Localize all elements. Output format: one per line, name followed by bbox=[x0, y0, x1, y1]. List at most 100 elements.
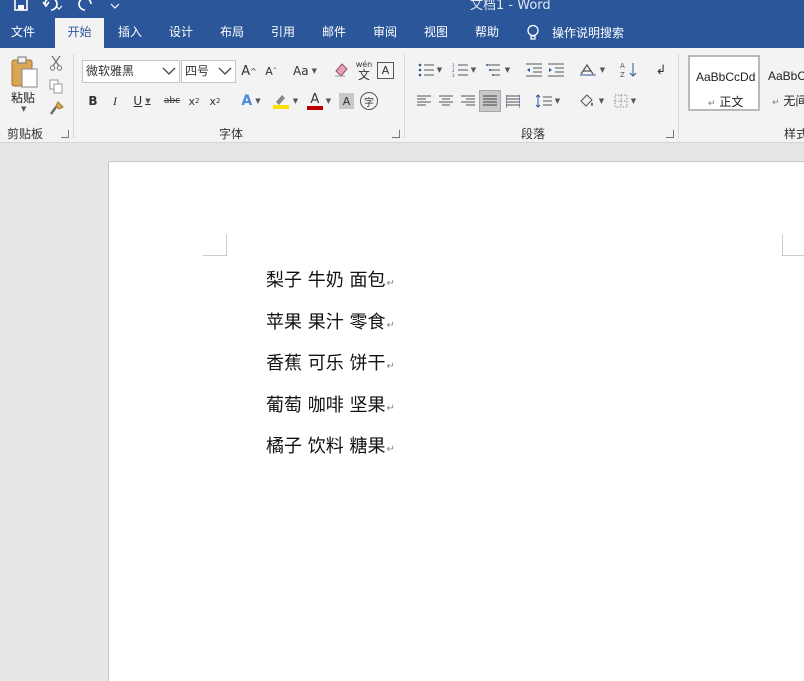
quick-access-toolbar bbox=[14, 0, 120, 17]
clear-formatting-icon[interactable] bbox=[332, 61, 350, 79]
highlight-color-icon[interactable]: ▼ bbox=[269, 92, 301, 110]
tell-me-label: 操作说明搜索 bbox=[552, 26, 625, 40]
tab-mailings[interactable]: 邮件 bbox=[322, 18, 346, 48]
document-area: 梨子 牛奶 面包↵ 苹果 果汁 零食↵ 香蕉 可乐 饼干↵ 葡萄 咖啡 坚果↵ … bbox=[0, 143, 804, 681]
sort-icon[interactable]: AZ bbox=[619, 60, 639, 80]
clipboard-launcher-icon[interactable] bbox=[61, 130, 69, 138]
phonetic-guide-icon[interactable]: wén 文 bbox=[354, 60, 374, 82]
document-paragraph[interactable]: 香蕉 可乐 饼干↵ bbox=[266, 349, 395, 375]
superscript-icon[interactable]: x2 bbox=[207, 93, 223, 109]
clipboard-group-label: 剪贴板 bbox=[7, 127, 44, 141]
text-effects-chevron-down-icon: ▼ bbox=[255, 97, 261, 105]
shading-chevron-down-icon: ▼ bbox=[598, 97, 605, 105]
align-right-icon[interactable] bbox=[459, 93, 477, 109]
enclose-characters-icon[interactable]: 字 bbox=[360, 92, 378, 110]
highlight-chevron-down-icon: ▼ bbox=[292, 97, 299, 105]
font-launcher-icon[interactable] bbox=[392, 130, 400, 138]
character-border-icon[interactable]: A bbox=[377, 62, 394, 79]
change-case-button[interactable]: Aa ▼ bbox=[290, 62, 320, 80]
tab-view[interactable]: 视图 bbox=[424, 18, 448, 48]
bullets-chevron-down-icon: ▼ bbox=[436, 66, 443, 74]
shrink-font-icon[interactable]: Aˇ bbox=[262, 62, 280, 80]
cut-icon[interactable] bbox=[48, 55, 64, 71]
strikethrough-icon[interactable]: abc bbox=[162, 93, 182, 109]
shading-icon[interactable]: ▼ bbox=[576, 92, 606, 110]
show-hide-marks-icon[interactable]: ↲ bbox=[652, 61, 670, 79]
tab-insert[interactable]: 插入 bbox=[118, 18, 142, 48]
document-paragraph[interactable]: 橘子 饮料 糖果↵ bbox=[266, 432, 395, 458]
paste-chevron-down-icon[interactable]: ▼ bbox=[21, 105, 26, 113]
font-name-value: 微软雅黑 bbox=[86, 64, 135, 78]
change-case-label: Aa bbox=[293, 64, 309, 78]
tell-me-search[interactable]: 操作说明搜索 bbox=[526, 18, 624, 48]
font-size-combobox[interactable]: 四号 bbox=[181, 60, 236, 83]
tab-help[interactable]: 帮助 bbox=[475, 18, 499, 48]
font-name-combobox[interactable]: 微软雅黑 bbox=[82, 60, 180, 83]
window-title: 文档1 - Word bbox=[470, 0, 551, 13]
paragraph-group-label: 段落 bbox=[521, 127, 546, 141]
style-no-spacing-sample: AaBbCcDd bbox=[768, 69, 804, 83]
lightbulb-icon bbox=[527, 24, 539, 40]
tab-design[interactable]: 设计 bbox=[169, 18, 193, 48]
font-name-chevron-down-icon[interactable] bbox=[162, 64, 176, 78]
subscript-icon[interactable]: x2 bbox=[186, 93, 202, 109]
tab-file[interactable]: 文件 bbox=[11, 18, 35, 48]
redo-icon[interactable] bbox=[78, 0, 96, 17]
multilevel-chevron-down-icon: ▼ bbox=[504, 66, 511, 74]
text-effects-icon[interactable]: A ▼ bbox=[237, 92, 265, 110]
svg-text:A: A bbox=[620, 62, 625, 70]
document-paragraph[interactable]: 葡萄 咖啡 坚果↵ bbox=[266, 391, 395, 417]
group-divider bbox=[678, 54, 679, 138]
tab-review[interactable]: 审阅 bbox=[373, 18, 397, 48]
style-normal[interactable]: AaBbCcDd ↵ 正文 bbox=[688, 55, 760, 111]
distributed-icon[interactable] bbox=[504, 93, 522, 109]
grow-font-icon[interactable]: A ^ bbox=[240, 62, 258, 80]
decrease-indent-icon[interactable] bbox=[525, 61, 543, 79]
numbering-chevron-down-icon: ▼ bbox=[470, 66, 477, 74]
align-left-icon[interactable] bbox=[415, 93, 433, 109]
chinese-layout-chevron-down-icon: ▼ bbox=[599, 66, 606, 74]
paste-label[interactable]: 粘贴 bbox=[11, 89, 35, 106]
align-center-icon[interactable] bbox=[437, 93, 455, 109]
increase-indent-icon[interactable] bbox=[547, 61, 565, 79]
save-icon[interactable] bbox=[14, 0, 28, 17]
line-spacing-chevron-down-icon: ▼ bbox=[554, 97, 561, 105]
tab-layout[interactable]: 布局 bbox=[220, 18, 244, 48]
bullets-icon[interactable]: ▼ bbox=[415, 61, 445, 79]
paragraph-launcher-icon[interactable] bbox=[666, 130, 674, 138]
margin-corner-mark bbox=[203, 234, 227, 256]
style-normal-name: ↵ 正文 bbox=[708, 95, 744, 109]
document-paragraph[interactable]: 梨子 牛奶 面包↵ bbox=[266, 266, 395, 292]
justify-icon[interactable] bbox=[479, 90, 501, 112]
chinese-layout-icon[interactable]: ▼ bbox=[577, 61, 607, 79]
document-page[interactable]: 梨子 牛奶 面包↵ 苹果 果汁 零食↵ 香蕉 可乐 饼干↵ 葡萄 咖啡 坚果↵ … bbox=[108, 161, 804, 681]
margin-corner-mark bbox=[782, 234, 804, 256]
underline-icon[interactable]: U ▼ bbox=[129, 93, 155, 109]
font-color-icon[interactable]: A ▼ bbox=[304, 92, 334, 110]
style-no-spacing[interactable]: AaBbCcDd ↵ 无间 bbox=[761, 55, 804, 111]
ribbon-tabs: 文件 开始 插入 设计 布局 引用 邮件 审阅 视图 帮助 操作说明搜索 bbox=[0, 18, 804, 49]
undo-icon[interactable] bbox=[42, 0, 64, 17]
multilevel-list-icon[interactable]: ▼ bbox=[483, 61, 513, 79]
copy-icon[interactable] bbox=[48, 78, 64, 94]
font-group-label: 字体 bbox=[219, 127, 244, 141]
underline-chevron-down-icon: ▼ bbox=[145, 97, 151, 105]
customize-qat-chevron-down-icon[interactable] bbox=[110, 0, 120, 17]
italic-icon[interactable]: I bbox=[108, 93, 122, 109]
font-size-chevron-down-icon[interactable] bbox=[218, 64, 232, 78]
font-size-value: 四号 bbox=[185, 64, 210, 78]
document-paragraph[interactable]: 苹果 果汁 零食↵ bbox=[266, 308, 395, 334]
character-shading-icon[interactable]: A bbox=[339, 93, 354, 109]
numbering-icon[interactable]: 1 2 3 ▼ bbox=[449, 61, 479, 79]
borders-icon[interactable]: ▼ bbox=[610, 92, 640, 110]
format-painter-icon[interactable] bbox=[48, 100, 64, 116]
font-color-chevron-down-icon: ▼ bbox=[325, 97, 332, 105]
group-divider bbox=[404, 54, 405, 138]
svg-text:Z: Z bbox=[620, 71, 625, 79]
bold-icon[interactable]: B bbox=[86, 93, 100, 109]
paste-icon[interactable] bbox=[8, 54, 40, 90]
tab-references[interactable]: 引用 bbox=[271, 18, 295, 48]
tab-home[interactable]: 开始 bbox=[55, 18, 104, 49]
line-spacing-icon[interactable]: ▼ bbox=[533, 92, 563, 110]
change-case-chevron-down-icon: ▼ bbox=[311, 67, 317, 75]
